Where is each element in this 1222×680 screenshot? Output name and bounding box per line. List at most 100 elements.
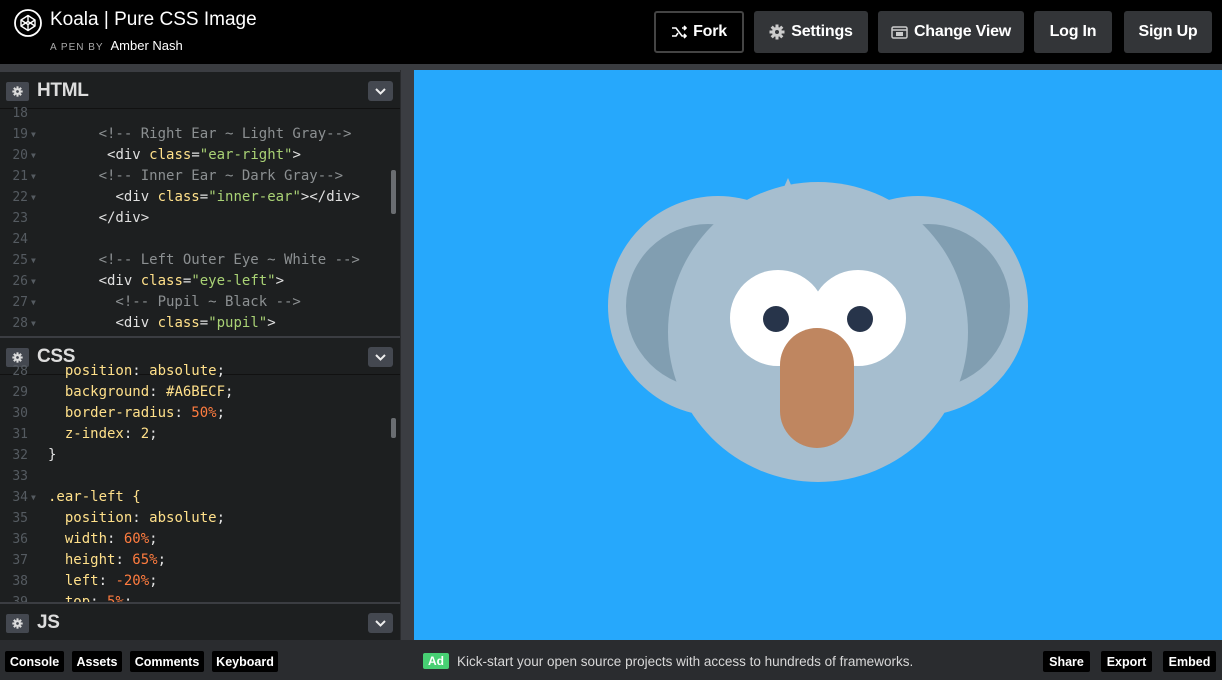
code-tag: <div [98,273,133,289]
preview-pane[interactable] [414,70,1222,640]
html-code-editor[interactable]: 18 19 ▼ <!-- Right Ear ~ Light Gray--> 20 ▼ … [0,103,400,334]
line-number: 21 [12,169,28,184]
code-text: position: absolute; [48,361,225,382]
console-button[interactable]: Console [5,651,64,672]
ad-text[interactable]: Kick-start your open source projects wit… [457,654,913,669]
fork-button[interactable]: Fork [654,11,744,53]
line-number: 34 [12,490,28,505]
code-property: top [64,594,91,602]
fold-arrow-icon[interactable]: ▼ [31,166,36,187]
js-pane-header: JS [0,604,400,640]
fold-arrow-icon[interactable]: ▼ [31,145,36,166]
code-property: left [64,573,99,589]
html-settings-button[interactable] [6,82,29,101]
css-code-editor[interactable]: 28 position: absolute; 29 background: #A6… [0,361,400,602]
line-number: 28 [12,316,28,331]
code-attr: class [149,147,192,163]
change-view-label: Change View [913,23,1012,40]
header: Koala | Pure CSS Image A PEN BY Amber Na… [0,0,1222,64]
code-tag: <div [107,147,141,163]
settings-button[interactable]: Settings [754,11,868,53]
code-value: absolute [149,363,217,379]
fold-arrow-icon[interactable]: ▼ [31,271,36,292]
comments-button[interactable]: Comments [130,651,204,672]
editor-resize-handle[interactable] [400,70,414,640]
fold-arrow-icon[interactable]: ▼ [31,187,36,208]
ad-badge: Ad [423,653,449,669]
fold-arrow-icon[interactable]: ▼ [31,250,36,271]
code-string: "ear-right" [199,147,293,163]
line-number: 29 [12,385,28,400]
change-view-button[interactable]: Change View [878,11,1024,53]
login-button[interactable]: Log In [1034,11,1112,53]
js-settings-button[interactable] [6,614,29,633]
code-text: height: 65%; [48,550,166,571]
css-editor-pane: CSS 28 position: absolute; 29 background:… [0,338,400,602]
settings-label: Settings [791,23,853,40]
assets-button[interactable]: Assets [72,651,122,672]
line-number: 26 [12,274,28,289]
code-property: background [64,384,150,400]
chevron-down-icon [375,87,386,95]
line-number: 19 [12,127,28,142]
pen-byline: A PEN BY Amber Nash [50,38,183,53]
code-line: 18 [0,103,400,124]
html-scrollbar[interactable] [391,170,396,214]
export-button[interactable]: Export [1101,651,1152,672]
code-colon: : [149,384,167,400]
fold-arrow-icon[interactable]: ▼ [31,292,36,313]
code-value: 60% [123,531,150,547]
code-attr: class [140,273,183,289]
layout-icon [891,25,908,39]
code-tag: </div [309,189,352,205]
fold-arrow-icon[interactable]: ▼ [31,313,36,334]
code-property: height [64,552,116,568]
html-collapse-button[interactable] [368,81,393,101]
code-text: <!-- Pupil ~ Black --> [48,292,300,313]
js-collapse-button[interactable] [368,613,393,633]
signup-button[interactable]: Sign Up [1124,11,1212,53]
code-tag: <div [115,189,150,205]
author-link[interactable]: Amber Nash [110,38,182,53]
share-button[interactable]: Share [1043,651,1090,672]
codepen-app: Koala | Pure CSS Image A PEN BY Amber Na… [0,0,1222,680]
code-text: <div class="ear-right"> [48,145,301,166]
keyboard-button[interactable]: Keyboard [212,651,278,672]
code-semicolon: ; [216,405,226,421]
codepen-logo-icon[interactable] [14,9,42,37]
code-line: 21 ▼ <!-- Inner Ear ~ Dark Gray--> [0,166,400,187]
embed-button[interactable]: Embed [1163,651,1216,672]
line-number: 23 [12,211,28,226]
koala-image [608,178,1028,482]
ad-banner[interactable]: Ad Kick-start your open source projects … [423,652,913,670]
code-text: <!-- Left Outer Eye ~ White --> [48,250,360,271]
code-line: 37 height: 65%; [0,550,400,571]
line-number: 27 [12,295,28,310]
code-semicolon: ; [225,384,234,400]
code-comment: <!-- Inner Ear ~ Dark Gray--> [48,168,344,184]
code-line: 20 ▼ <div class="ear-right"> [0,145,400,166]
line-number: 28 [12,364,28,379]
fork-label: Fork [693,23,727,40]
css-scrollbar[interactable] [391,418,396,438]
code-line: 25 ▼ <!-- Left Outer Eye ~ White --> [0,250,400,271]
signup-label: Sign Up [1138,23,1198,40]
fold-arrow-icon[interactable]: ▼ [31,124,36,145]
code-colon: : [98,573,116,589]
code-string: "eye-left" [191,273,276,289]
fold-arrow-icon[interactable]: ▼ [31,487,36,508]
code-comment: <!-- Left Outer Eye ~ White --> [48,252,360,268]
code-text: <div class="eye-left"> [48,271,284,292]
code-text: <div class="pupil"> [48,313,275,334]
code-semicolon: ; [216,363,226,379]
line-number: 25 [12,253,28,268]
code-colon: : [107,531,124,547]
